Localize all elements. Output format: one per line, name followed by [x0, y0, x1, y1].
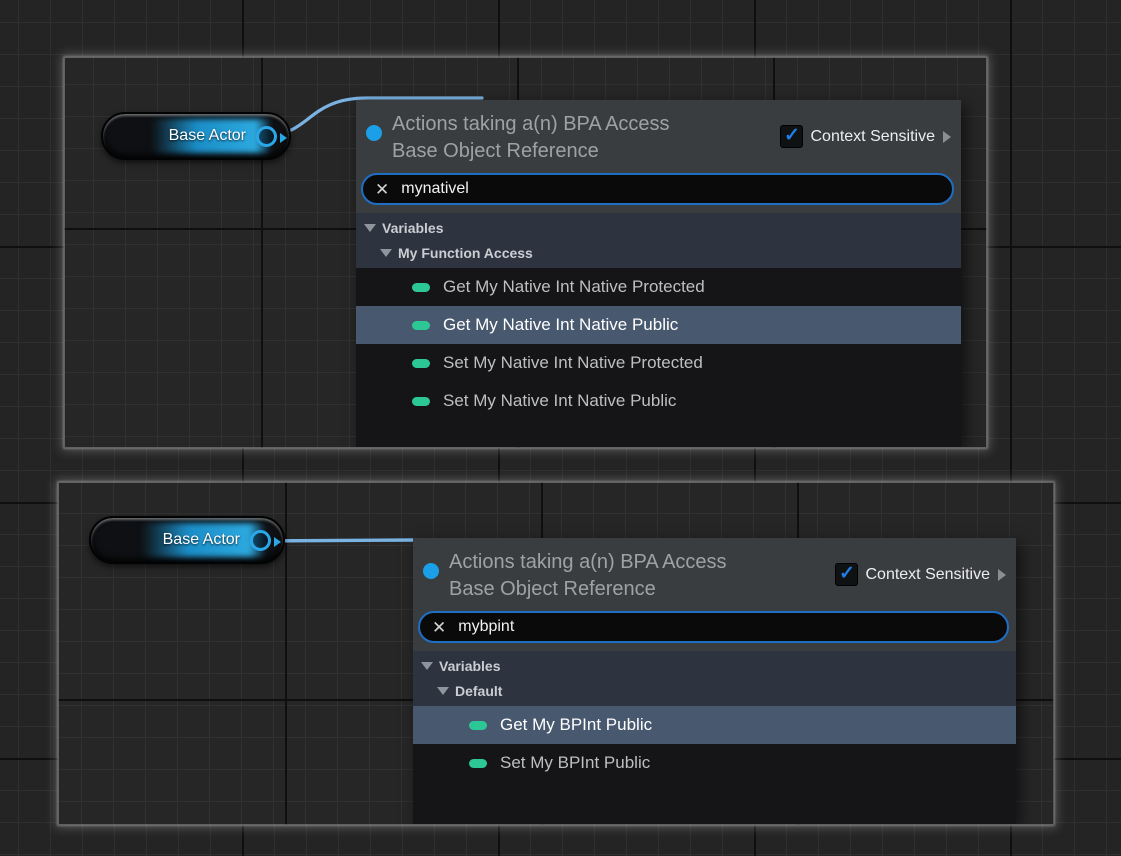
search-input[interactable] — [401, 180, 940, 198]
context-sensitive-label: Context Sensitive — [810, 128, 935, 146]
category-variables[interactable]: Variables — [356, 215, 961, 240]
clear-search-icon[interactable]: ✕ — [375, 181, 389, 198]
node-label: Base Actor — [169, 127, 246, 145]
list-item[interactable]: Set My Native Int Native Protected — [356, 344, 961, 382]
output-pin-icon[interactable] — [256, 126, 277, 147]
list-item[interactable]: Get My Native Int Native Protected — [356, 268, 961, 306]
list-item[interactable]: Set My BPInt Public — [413, 744, 1016, 782]
context-sensitive-checkbox[interactable]: ✓ — [780, 125, 803, 148]
category-block: Variables My Function Access — [356, 213, 961, 268]
context-menu: Actions taking a(n) BPA Access Base Obje… — [356, 100, 961, 447]
submenu-arrow-icon[interactable] — [998, 569, 1006, 581]
list-item[interactable]: Set My Native Int Native Public — [356, 382, 961, 420]
collapse-arrow-icon[interactable] — [421, 662, 433, 670]
context-sensitive-toggle[interactable]: ✓ Context Sensitive — [835, 563, 1008, 586]
search-box[interactable]: ✕ — [361, 173, 954, 205]
menu-header: Actions taking a(n) BPA Access Base Obje… — [356, 100, 961, 169]
action-list: Variables My Function Access Get My Nati… — [356, 213, 961, 447]
node-label: Base Actor — [163, 531, 240, 549]
variable-pill-icon — [412, 321, 430, 330]
clear-search-icon[interactable]: ✕ — [432, 619, 446, 636]
object-pin-icon — [423, 563, 439, 579]
list-empty-area — [356, 420, 961, 447]
graph-panel-top: Base Actor Actions taking a(n) BPA Acces… — [64, 57, 987, 448]
category-block: Variables Default — [413, 651, 1016, 706]
list-item-selected[interactable]: Get My BPInt Public — [413, 706, 1016, 744]
base-actor-node[interactable]: Base Actor — [101, 112, 291, 160]
object-pin-icon — [366, 125, 382, 141]
context-sensitive-toggle[interactable]: ✓ Context Sensitive — [780, 125, 953, 148]
base-actor-node[interactable]: Base Actor — [89, 516, 285, 564]
category-my-function-access[interactable]: My Function Access — [356, 240, 961, 265]
variable-pill-icon — [469, 721, 487, 730]
variable-pill-icon — [469, 759, 487, 768]
list-item-selected[interactable]: Get My Native Int Native Public — [356, 306, 961, 344]
context-menu: Actions taking a(n) BPA Access Base Obje… — [413, 538, 1016, 824]
search-box[interactable]: ✕ — [418, 611, 1009, 643]
category-default[interactable]: Default — [413, 678, 1016, 703]
context-sensitive-label: Context Sensitive — [865, 566, 990, 584]
variable-pill-icon — [412, 359, 430, 368]
graph-panel-bottom: Base Actor Actions taking a(n) BPA Acces… — [58, 482, 1054, 825]
collapse-arrow-icon[interactable] — [380, 249, 392, 257]
collapse-arrow-icon[interactable] — [364, 224, 376, 232]
action-list: Variables Default Get My BPInt Public Se… — [413, 651, 1016, 824]
checkmark-icon: ✓ — [784, 126, 800, 145]
variable-pill-icon — [412, 397, 430, 406]
search-input[interactable] — [458, 618, 995, 636]
category-variables[interactable]: Variables — [413, 653, 1016, 678]
menu-header: Actions taking a(n) BPA Access Base Obje… — [413, 538, 1016, 607]
variable-pill-icon — [412, 283, 430, 292]
output-pin-icon[interactable] — [250, 530, 271, 551]
checkmark-icon: ✓ — [839, 564, 855, 583]
collapse-arrow-icon[interactable] — [437, 687, 449, 695]
submenu-arrow-icon[interactable] — [943, 131, 951, 143]
menu-title: Actions taking a(n) BPA Access Base Obje… — [392, 111, 780, 165]
list-empty-area — [413, 782, 1016, 824]
context-sensitive-checkbox[interactable]: ✓ — [835, 563, 858, 586]
menu-title: Actions taking a(n) BPA Access Base Obje… — [449, 549, 835, 603]
